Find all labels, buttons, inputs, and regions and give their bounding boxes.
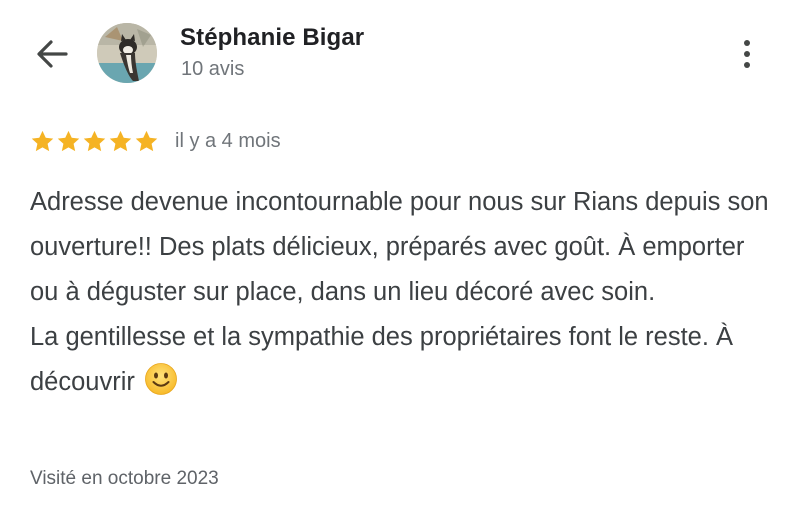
back-button[interactable]: [30, 34, 74, 74]
review-paragraph-text: La gentillesse et la sympathie des propr…: [30, 323, 734, 396]
star-icon: [31, 130, 54, 151]
review-count: 10 avis: [181, 58, 245, 80]
reviewer-name[interactable]: Stéphanie Bigar: [180, 24, 364, 52]
star-rating: [30, 129, 159, 154]
star-icon: [83, 130, 106, 151]
star-icon: [109, 130, 132, 151]
more-options-button[interactable]: [732, 34, 762, 74]
visit-date: Visité en octobre 2023: [30, 468, 219, 489]
star-icon: [135, 130, 158, 151]
arrow-left-icon: [37, 40, 68, 68]
more-vert-icon: [744, 40, 750, 46]
avatar-image: [97, 23, 157, 83]
review-paragraph-2: La gentillesse et la sympathie des propr…: [30, 315, 770, 405]
slightly-smiling-face-emoji: [145, 363, 177, 395]
review-date: il y a 4 mois: [175, 129, 281, 152]
review-paragraph: Adresse devenue incontournable pour nous…: [30, 188, 769, 306]
avatar[interactable]: [97, 23, 157, 83]
rating-row: il y a 4 mois: [30, 127, 281, 155]
review-body: Adresse devenue incontournable pour nous…: [30, 180, 770, 405]
star-icon: [57, 130, 80, 151]
review-header: Stéphanie Bigar 10 avis: [0, 0, 800, 110]
